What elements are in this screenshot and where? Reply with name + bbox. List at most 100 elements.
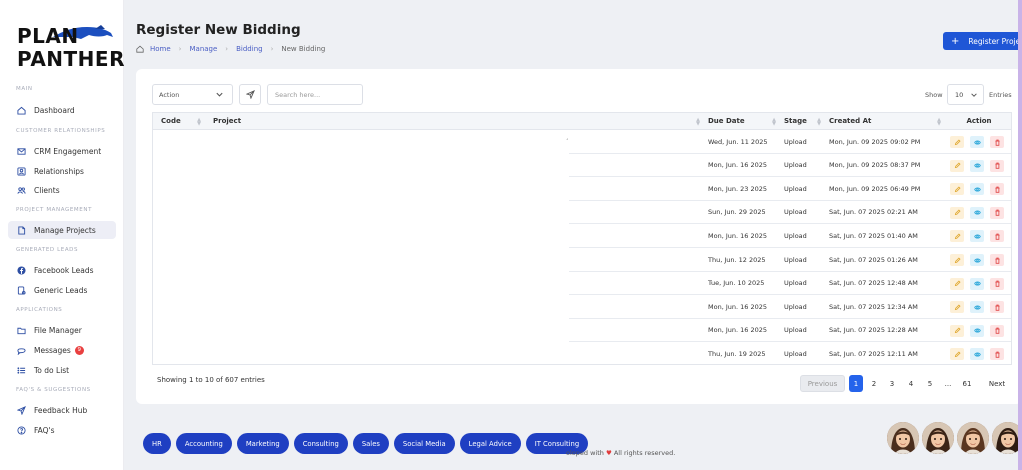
breadcrumb-home[interactable]: Home [150,45,171,53]
sidebar-item-dashboard[interactable]: Dashboard [8,101,116,119]
delete-button[interactable] [990,159,1004,172]
view-button[interactable] [970,324,984,337]
page-number-button[interactable]: 2 [867,375,881,392]
edit-button[interactable] [950,348,964,361]
column-header-due-date[interactable]: Due Date ▲ ▼ [704,113,780,130]
page-number-button[interactable]: 5 [923,375,937,392]
due-date-cell: Tue, Jun. 10 2025 [708,279,765,288]
users-icon [17,186,26,195]
stage-cell: Upload [784,302,807,311]
trash-icon [994,351,1001,358]
view-button[interactable] [970,301,984,314]
view-button[interactable] [970,230,984,243]
delete-button[interactable] [990,324,1004,337]
sidebar-item-manage-projects[interactable]: Manage Projects [8,221,116,239]
sidebar-item-label: Feedback Hub [34,405,88,415]
edit-button[interactable] [950,230,964,243]
view-button[interactable] [970,206,984,219]
column-header-code[interactable]: Code ▲ ▼ [153,113,205,130]
view-button[interactable] [970,254,984,266]
sidebar-item-facebook-leads[interactable]: Facebook Leads [8,261,116,279]
page-size-select[interactable]: 10 [947,84,984,105]
home-icon [136,45,144,53]
view-button[interactable] [970,136,984,148]
heart-icon: ♥ [605,449,612,457]
sidebar-item-faqs[interactable]: FAQ's [8,421,116,439]
register-project-button[interactable]: + Register Project [943,32,1022,50]
sidebar-item-messages[interactable]: Messages 9 [8,341,116,359]
page-number-button[interactable]: 1 [849,375,863,392]
column-header-stage[interactable]: Stage ▲ ▼ [780,113,825,130]
sidebar-item-label: Relationships [34,166,84,176]
send-action-button[interactable] [239,84,261,105]
delete-button[interactable] [990,136,1004,148]
sidebar-item-file-manager[interactable]: File Manager [8,321,116,339]
stage-cell: Upload [784,349,807,358]
edit-button[interactable] [950,277,964,290]
delete-button[interactable] [990,348,1004,361]
category-tag[interactable]: Consulting [293,433,348,454]
column-header-created-at[interactable]: Created At ▲ ▼ [825,113,945,130]
page-scrollbar[interactable] [1018,0,1022,470]
category-tag[interactable]: Sales [352,433,389,454]
sidebar-item-feedback-hub[interactable]: Feedback Hub [8,401,116,419]
category-tag[interactable]: Social Media [393,433,455,454]
delete-button[interactable] [990,230,1004,243]
page-number-button[interactable]: 3 [885,375,899,392]
sidebar-item-generic-leads[interactable]: Generic Leads [8,281,116,299]
page-number-button[interactable]: 61 [959,375,975,392]
stage-cell: Upload [784,137,807,146]
category-tag[interactable]: HR [143,433,171,454]
sidebar: PLAN PANTHER MAIN Dashboard CUSTOMER REL… [0,0,124,470]
delete-button[interactable] [990,254,1004,266]
eye-icon [973,233,981,240]
action-dropdown[interactable]: Action [152,84,233,105]
category-tag[interactable]: Marketing [236,433,289,454]
category-tag[interactable]: Accounting [175,433,232,454]
edit-button[interactable] [950,206,964,219]
view-button[interactable] [970,348,984,361]
delete-button[interactable] [990,206,1004,219]
edit-button[interactable] [950,159,964,172]
sidebar-item-relationships[interactable]: Relationships [8,162,116,180]
column-header-label: Created At [829,117,872,125]
page-number-button[interactable]: 4 [904,375,918,392]
category-tag[interactable]: Legal Advice [459,433,521,454]
showing-entries: Showing 1 to 10 of 607 entries [157,376,265,384]
edit-button[interactable] [950,301,964,314]
next-page-button[interactable]: Next [985,375,1009,392]
delete-button[interactable] [990,277,1004,290]
due-date-cell: Sun, Jun. 29 2025 [708,208,766,217]
sort-icon: ▲ ▼ [772,117,776,127]
contact-card-icon [17,166,26,176]
eye-icon [973,209,981,216]
sort-icon: ▲ ▼ [696,117,700,127]
view-button[interactable] [970,183,984,196]
search-input[interactable] [267,84,363,105]
previous-page-button[interactable]: Previous [800,375,845,392]
column-header-project[interactable]: Project ▲ ▼ [205,113,704,130]
due-date-cell: Thu, Jun. 12 2025 [708,255,766,264]
sidebar-item-clients[interactable]: Clients [8,181,116,199]
chevron-down-icon [971,93,977,97]
sidebar-item-label: Messages [34,345,71,355]
view-button[interactable] [970,159,984,172]
sidebar-item-crm-engagement[interactable]: CRM Engagement [8,142,116,160]
mail-icon [17,147,26,156]
sidebar-item-to-do-list[interactable]: To do List [8,361,116,379]
trash-icon [994,327,1001,335]
column-header-label: Stage [784,117,807,125]
page-size-value: 10 [955,90,964,99]
edit-button[interactable] [950,254,964,266]
edit-button[interactable] [950,324,964,337]
edit-button[interactable] [950,136,964,148]
due-date-cell: Mon, Jun. 16 2025 [708,326,768,335]
edit-button[interactable] [950,183,964,196]
breadcrumb-bidding[interactable]: Bidding [236,45,262,53]
delete-button[interactable] [990,301,1004,314]
delete-button[interactable] [990,183,1004,196]
breadcrumb-manage[interactable]: Manage [189,45,217,53]
view-button[interactable] [970,277,984,290]
sidebar-item-label: Dashboard [34,105,75,115]
brand-logo[interactable]: PLAN PANTHER [13,21,124,73]
